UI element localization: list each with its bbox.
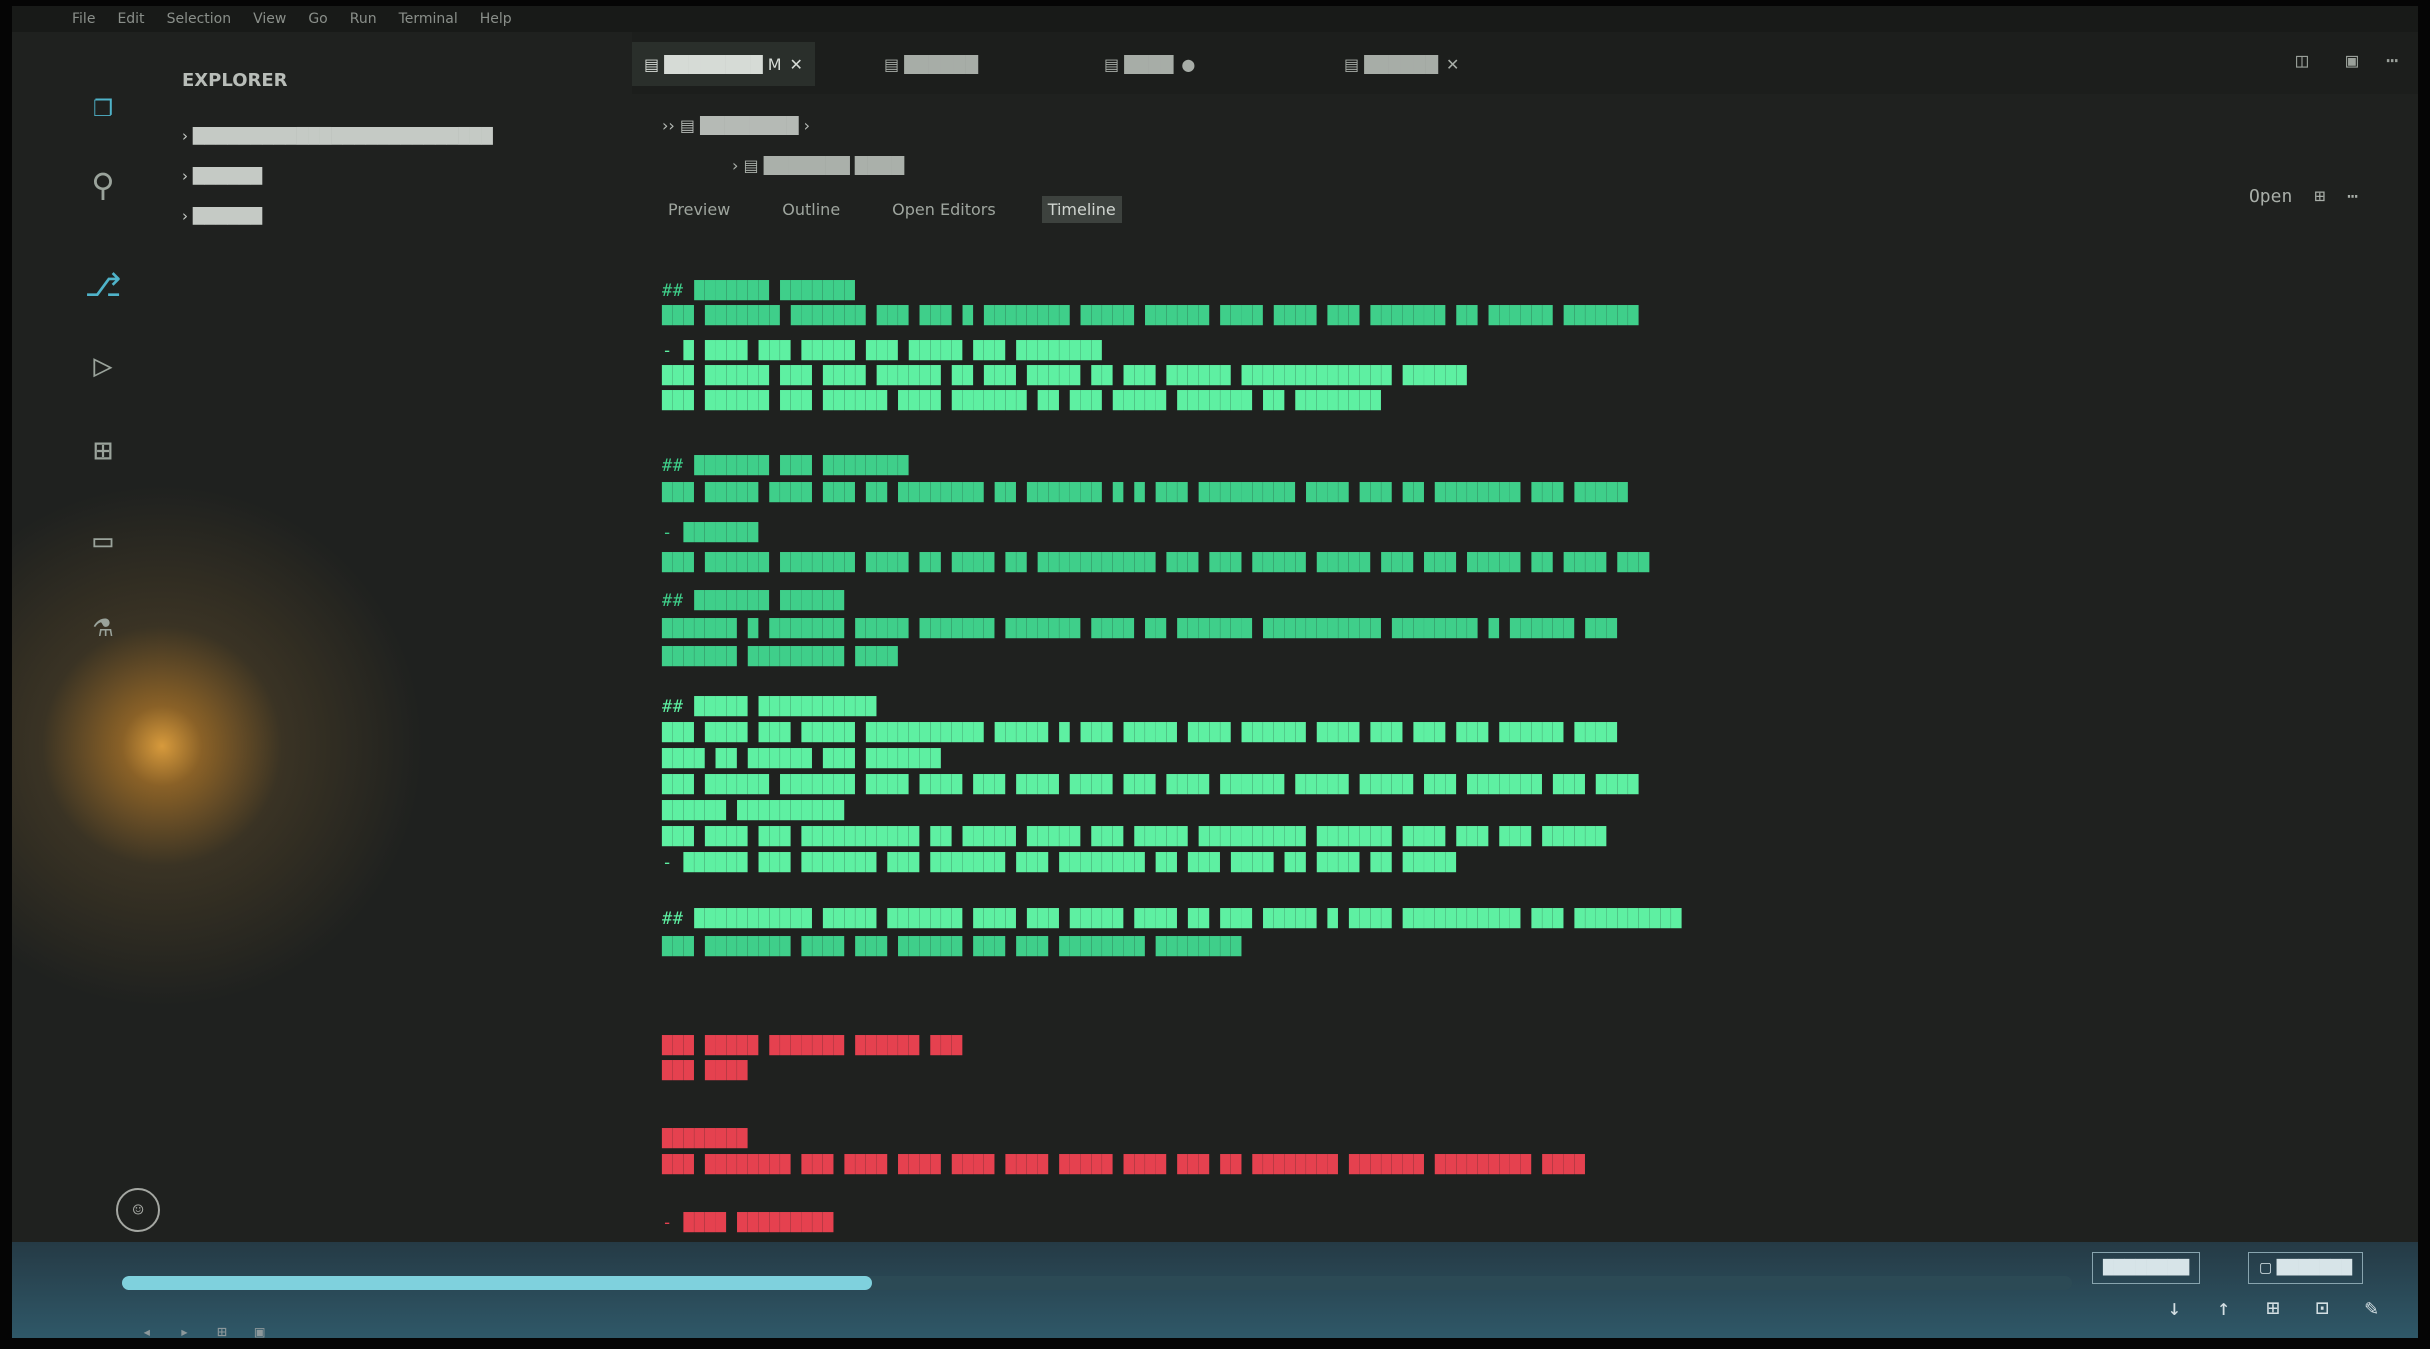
menu-file[interactable]: File [72, 11, 95, 27]
panel-icon[interactable]: ▣ [255, 1322, 265, 1338]
code-line: - ███████ [662, 523, 759, 543]
open-button[interactable]: Open [2249, 186, 2292, 207]
accounts-icon[interactable]: ☺ [116, 1188, 160, 1232]
tab-file[interactable]: ▤ ██████ [872, 42, 990, 86]
code-line: ███ █████ ███████ ██████ ███ [662, 1036, 963, 1056]
code-line: ## ███████ ██████ [662, 591, 845, 611]
code-line: ████ ██ ██████ ███ ███████ [662, 749, 942, 769]
close-icon[interactable]: ✕ [1446, 55, 1459, 74]
code-line: ████████ [662, 1129, 748, 1149]
extensions-icon[interactable]: ⊞ [80, 427, 126, 473]
code-line: - ████ █████████ [662, 1213, 834, 1233]
code-line: ## ███████ ███████ [662, 281, 856, 301]
code-line: ██████ ██████████ [662, 801, 845, 821]
code-line: ## ███████ ███ ████████ [662, 456, 909, 476]
menu-view[interactable]: View [253, 11, 286, 27]
tab-active-file[interactable]: ▤ ████████ M ✕ [632, 42, 815, 86]
vscode-window: File Edit Selection View Go Run Terminal… [12, 6, 2418, 1338]
explorer-icon[interactable]: ❐ [80, 82, 126, 128]
tree-item[interactable]: › ██████ [182, 167, 262, 185]
more-actions-icon[interactable]: ⋯ [2386, 48, 2398, 72]
close-icon[interactable]: ✕ [790, 55, 803, 74]
tree-item[interactable]: › ██████████████████████████ [182, 127, 493, 145]
source-control-icon[interactable]: ⎇ [80, 262, 126, 308]
grid-icon[interactable]: ⊞ [217, 1322, 227, 1338]
search-icon[interactable]: ⚲ [80, 162, 126, 208]
status-panel: ████████ ▢ ███████ ↓ ↑ ⊞ ⊡ ✎ [12, 1242, 2418, 1338]
code-line: ███ ████ ███ ███████████ ██ █████ █████ … [662, 827, 1607, 847]
scrollbar-thumb[interactable] [122, 1276, 872, 1290]
editor-content[interactable]: ## ███████ ███████ ███ ███████ ███████ █… [662, 261, 2382, 1241]
code-line: ███ ██████ ███ ████ ██████ ██ ███ █████ … [662, 366, 1468, 386]
remote-explorer-icon[interactable]: ▭ [80, 517, 126, 563]
editor-tabs: ▤ ████████ M ✕ ▤ ██████ ▤ ████ ● ▤ █████… [632, 32, 2418, 94]
modified-dot-icon[interactable]: ● [1181, 55, 1195, 74]
arrow-down-icon[interactable]: ↓ [2168, 1296, 2181, 1321]
explorer-sidebar: EXPLORER › ██████████████████████████ › … [172, 32, 632, 1232]
tab-label: ▤ ██████ [884, 54, 979, 74]
menu-run[interactable]: Run [350, 11, 377, 27]
code-line: ███ ████████ ████ ███ ██████ ███ ███ ███… [662, 937, 1242, 957]
prev-icon[interactable]: ◂ [142, 1322, 152, 1338]
code-line: ## ███████████ █████ ███████ ████ ███ ██… [662, 909, 1682, 929]
editor-toolbar: Open ⊞ ⋯ [2249, 186, 2358, 207]
code-line: ███████ █ ███████ █████ ███████ ███████ … [662, 619, 1618, 639]
tab-file[interactable]: ▤ ██████ ✕ [1332, 42, 1471, 86]
menu-selection[interactable]: Selection [167, 11, 232, 27]
breadcrumb-symbol[interactable]: › ▤ ███████ ████ [732, 156, 904, 175]
breadcrumb[interactable]: ›› ▤ ████████ › [662, 116, 810, 135]
pencil-icon[interactable]: ✎ [2365, 1296, 2378, 1321]
tab-label: ▤ ████ [1104, 54, 1174, 74]
menu-edit[interactable]: Edit [117, 11, 144, 27]
grid-icon[interactable]: ⊞ [2266, 1296, 2279, 1321]
sidebar-title: EXPLORER [182, 70, 288, 91]
subtab-open-editors[interactable]: Open Editors [886, 196, 1002, 223]
code-line: ███ ████████ ███ ████ ████ ████ ████ ███… [662, 1155, 1586, 1175]
arrow-up-icon[interactable]: ↑ [2217, 1296, 2230, 1321]
horizontal-scrollbar[interactable] [122, 1276, 2072, 1290]
code-line: ███ ██████ ███████ ████ ████ ███ ████ ██… [662, 775, 1639, 795]
code-line: ███ ██████ ███████ ████ ██ ████ ██ █████… [662, 553, 1650, 573]
menu-bar: File Edit Selection View Go Run Terminal… [12, 6, 2418, 32]
code-line: ███ ███████ ███████ ███ ███ █ ████████ █… [662, 306, 1639, 326]
code-line: ███████ █████████ ████ [662, 647, 899, 667]
more-icon[interactable]: ⋯ [2347, 186, 2358, 207]
status-icons: ↓ ↑ ⊞ ⊡ ✎ [2168, 1296, 2378, 1321]
code-line: ███ ██████ ███ ██████ ████ ███████ ██ ██… [662, 391, 1382, 411]
next-icon[interactable]: ▸ [180, 1322, 190, 1338]
code-line: - █ ████ ███ █████ ███ █████ ███ ███████… [662, 341, 1103, 361]
window-icon[interactable]: ⊡ [2316, 1296, 2329, 1321]
preview-subtabs: Preview Outline Open Editors Timeline [662, 196, 1122, 223]
menu-help[interactable]: Help [480, 11, 512, 27]
tab-label: ▤ ██████ [1344, 54, 1439, 74]
subtab-preview[interactable]: Preview [662, 196, 736, 223]
tab-file[interactable]: ▤ ████ ● [1092, 42, 1207, 86]
subtab-timeline[interactable]: Timeline [1041, 196, 1122, 223]
split-editor-icon[interactable]: ◫ [2296, 48, 2308, 72]
code-line: ███ █████ ████ ███ ██ ████████ ██ ██████… [662, 483, 1629, 503]
menu-go[interactable]: Go [308, 11, 327, 27]
menu-terminal[interactable]: Terminal [399, 11, 458, 27]
bottom-toolbar: ◂ ▸ ⊞ ▣ [142, 1322, 265, 1338]
testing-icon[interactable]: ⚗ [80, 602, 126, 648]
code-line: ███ ████ [662, 1061, 748, 1081]
tab-label: ▤ ████████ M [644, 54, 782, 74]
status-button[interactable]: ▢ ███████ [2248, 1252, 2364, 1284]
layout-icon[interactable]: ▣ [2346, 48, 2358, 72]
tree-item[interactable]: › ██████ [182, 207, 262, 225]
code-line: ███ ████ ███ █████ ███████████ █████ █ █… [662, 723, 1618, 743]
monitor-bezel: File Edit Selection View Go Run Terminal… [0, 0, 2430, 1349]
code-line: ## █████ ███████████ [662, 697, 877, 717]
subtab-outline[interactable]: Outline [776, 196, 846, 223]
code-line: - ██████ ███ ███████ ███ ███████ ███ ███… [662, 853, 1457, 873]
run-debug-icon[interactable]: ▷ [80, 342, 126, 388]
grid-icon[interactable]: ⊞ [2314, 186, 2325, 207]
activity-bar: ❐ ⚲ ⎇ ▷ ⊞ ▭ ⚗ [12, 32, 172, 1212]
status-button[interactable]: ████████ [2092, 1252, 2201, 1284]
